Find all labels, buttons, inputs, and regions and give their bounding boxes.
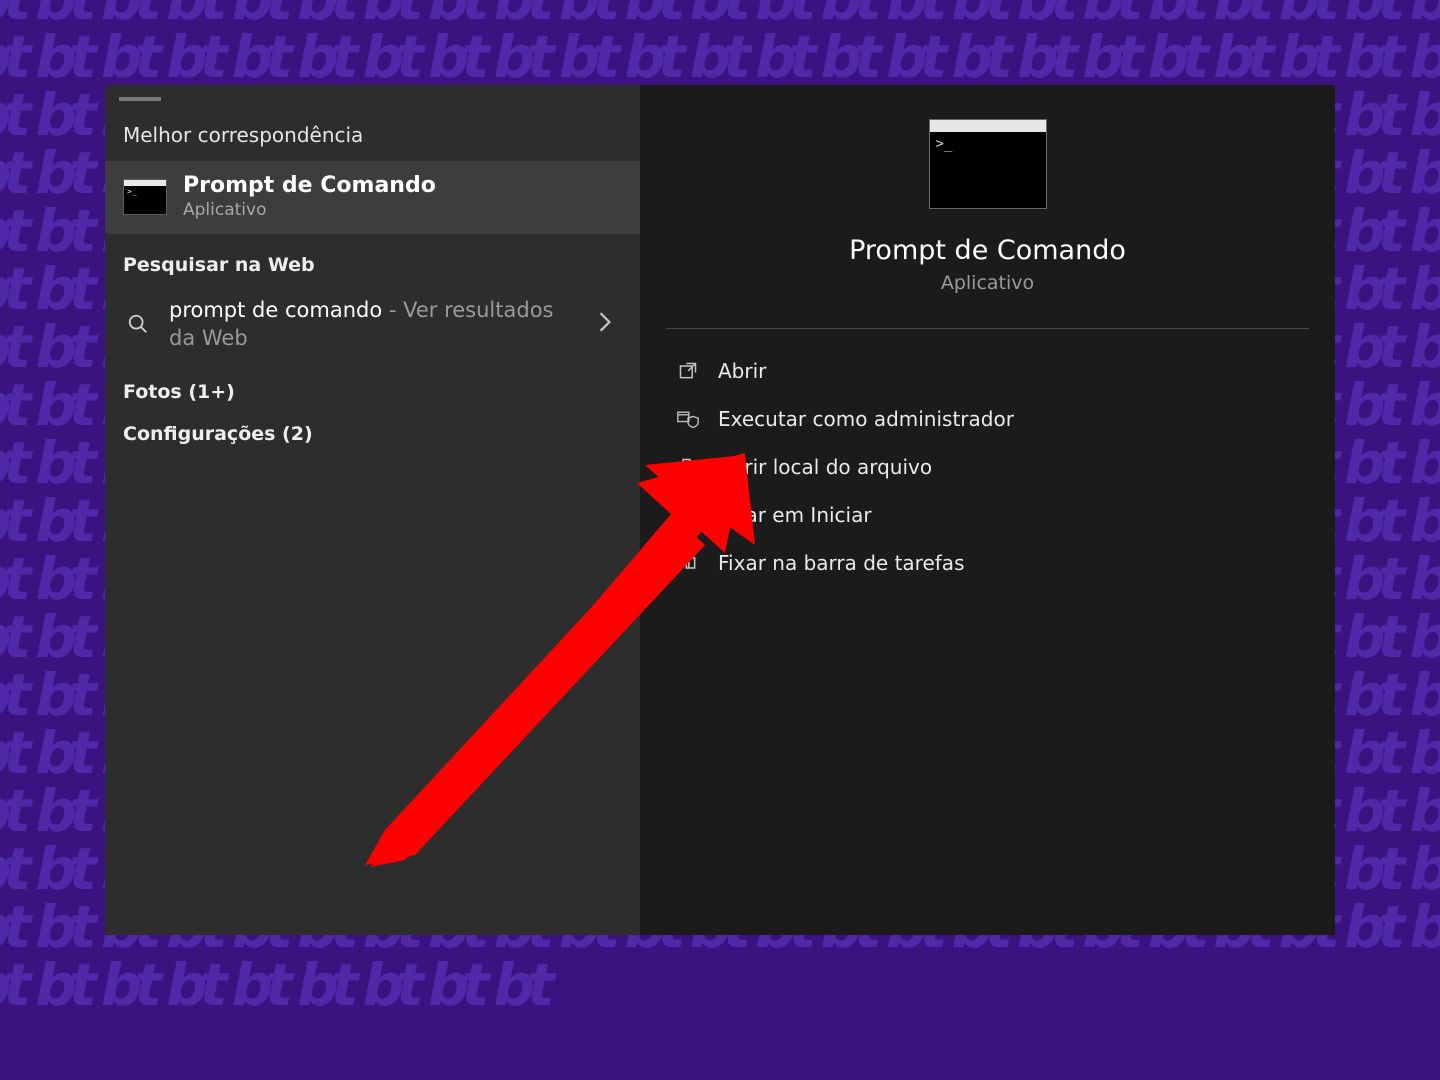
- preview-title: Prompt de Comando: [849, 235, 1126, 266]
- photos-category[interactable]: Fotos (1+): [105, 363, 640, 409]
- action-open-location-label: Abrir local do arquivo: [718, 455, 932, 479]
- web-search-query: prompt de comando: [169, 298, 382, 322]
- best-match-subtitle: Aplicativo: [183, 200, 436, 220]
- pin-icon: [676, 553, 700, 573]
- start-search-window: Melhor correspondência Prompt de Comando…: [105, 85, 1335, 935]
- preview-actions-list: Abrir Executar como administrador Abr: [640, 339, 1335, 595]
- admin-shield-icon: [676, 409, 700, 429]
- search-icon: [123, 313, 153, 335]
- divider: [666, 328, 1309, 329]
- best-match-header: Melhor correspondência: [105, 115, 640, 161]
- pin-icon: [676, 505, 700, 525]
- action-run-admin[interactable]: Executar como administrador: [640, 395, 1335, 443]
- best-match-result[interactable]: Prompt de Comando Aplicativo: [105, 161, 640, 234]
- search-results-panel: Melhor correspondência Prompt de Comando…: [105, 85, 640, 935]
- preview-panel: Prompt de Comando Aplicativo Abrir: [640, 85, 1335, 935]
- search-web-header: Pesquisar na Web: [105, 234, 640, 286]
- action-open-location[interactable]: Abrir local do arquivo: [640, 443, 1335, 491]
- open-icon: [676, 361, 700, 381]
- best-match-title: Prompt de Comando: [183, 173, 436, 198]
- preview-hero: Prompt de Comando Aplicativo: [640, 119, 1335, 320]
- web-search-result[interactable]: prompt de comando - Ver resultados da We…: [105, 286, 640, 363]
- cmd-icon-large: [929, 119, 1047, 209]
- action-pin-start[interactable]: Fixar em Iniciar: [640, 491, 1335, 539]
- action-open[interactable]: Abrir: [640, 347, 1335, 395]
- web-search-text: prompt de comando - Ver resultados da We…: [169, 296, 582, 353]
- best-match-text: Prompt de Comando Aplicativo: [183, 173, 436, 220]
- action-run-admin-label: Executar como administrador: [718, 407, 1014, 431]
- preview-subtitle: Aplicativo: [941, 272, 1034, 294]
- settings-category[interactable]: Configurações (2): [105, 409, 640, 451]
- chevron-right-icon: [598, 311, 622, 338]
- cmd-icon: [123, 179, 167, 215]
- action-pin-taskbar-label: Fixar na barra de tarefas: [718, 551, 964, 575]
- action-pin-start-label: Fixar em Iniciar: [718, 503, 872, 527]
- action-open-label: Abrir: [718, 359, 766, 383]
- folder-location-icon: [676, 457, 700, 477]
- action-pin-taskbar[interactable]: Fixar na barra de tarefas: [640, 539, 1335, 587]
- recent-apps-handle: [119, 97, 161, 101]
